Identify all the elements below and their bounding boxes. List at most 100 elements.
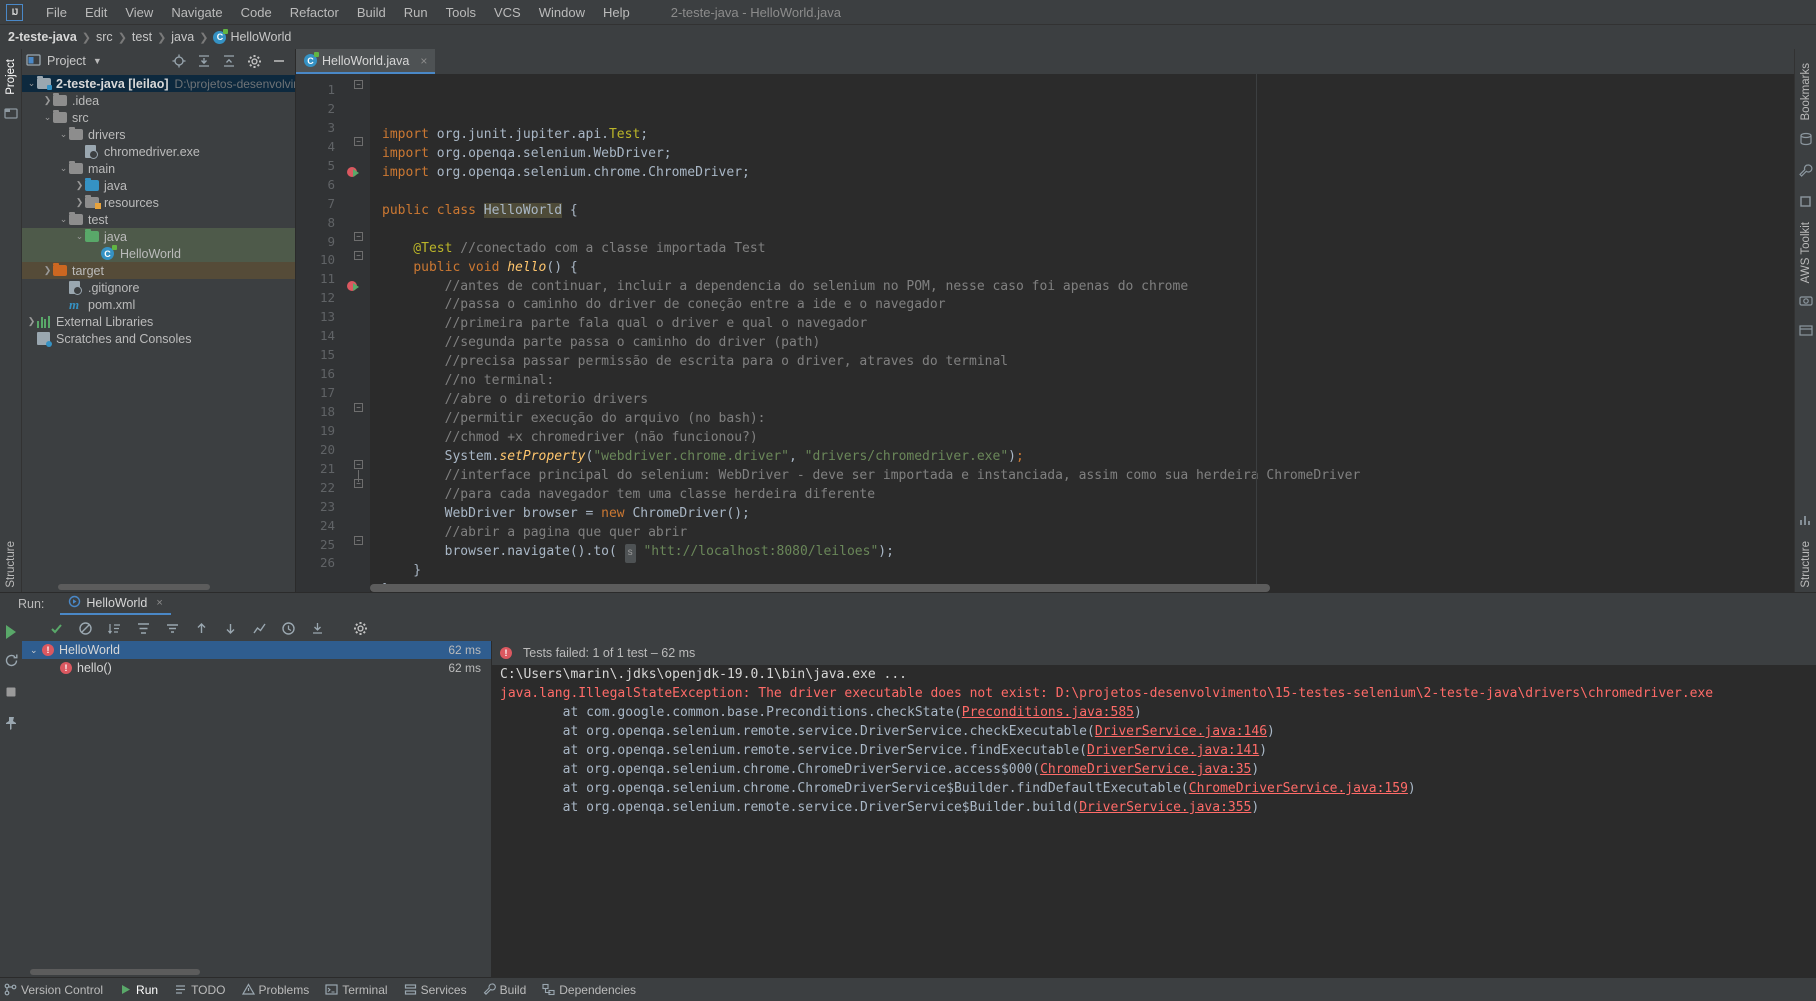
status-bar-dependencies[interactable]: Dependencies	[542, 983, 636, 997]
fold-icon[interactable]: −	[354, 536, 363, 545]
gutter-icons-column[interactable]: − − − − − − − −	[342, 74, 370, 592]
close-icon[interactable]: ×	[420, 54, 427, 68]
sort-alphabetically-icon[interactable]	[106, 620, 122, 636]
hide-passed-icon[interactable]	[77, 620, 93, 636]
menu-navigate[interactable]: Navigate	[162, 2, 231, 23]
statistics-chart-icon[interactable]	[251, 620, 267, 636]
code-editor[interactable]: 1 2 3 4 5 6 7 8 9 10 11 12 13 14 15 16 17 18 19 20 21 22 23 24 2…	[296, 74, 1794, 592]
menu-file[interactable]: File	[37, 2, 76, 23]
chevron-down-icon[interactable]: ⌄	[58, 129, 69, 140]
status-bar-version-control[interactable]: Version Control	[4, 983, 103, 997]
fold-icon[interactable]: −	[354, 403, 363, 412]
stacktrace-link[interactable]: ChromeDriverService.java:159	[1189, 781, 1408, 796]
breadcrumb-test[interactable]: test	[132, 30, 152, 44]
stacktrace-link[interactable]: DriverService.java:355	[1079, 800, 1251, 815]
chevron-down-icon[interactable]: ⌄	[58, 163, 69, 174]
project-tree[interactable]: ⌄ 2-teste-java [leilao] D:\projetos-desenv…	[22, 73, 295, 582]
chevron-right-icon[interactable]: ❯	[74, 197, 85, 208]
locate-icon[interactable]	[171, 53, 187, 69]
test-results-tree[interactable]: ⌄! HelloWorld 62 ms! hello() 62 ms	[22, 641, 492, 977]
camera-icon[interactable]	[1798, 294, 1813, 310]
tree-node-chromedriver-exe[interactable]: chromedriver.exe	[22, 143, 295, 160]
breadcrumb-src[interactable]: src	[96, 30, 113, 44]
test-row-helloworld[interactable]: ⌄! HelloWorld 62 ms	[22, 641, 491, 659]
chart-bar-icon[interactable]	[1799, 513, 1813, 530]
stacktrace-link[interactable]: Preconditions.java:585	[962, 705, 1134, 720]
chevron-down-icon[interactable]: ⌄	[30, 645, 42, 656]
chevron-down-icon[interactable]: ⌄	[58, 214, 69, 225]
layout-icon[interactable]	[1798, 324, 1813, 340]
status-bar-todo[interactable]: TODO	[174, 983, 226, 997]
run-icon[interactable]	[6, 625, 16, 639]
tree-node-idea[interactable]: ❯ .idea	[22, 92, 295, 109]
tree-node-drivers[interactable]: ⌄ drivers	[22, 126, 295, 143]
status-bar-terminal[interactable]: Terminal	[325, 983, 388, 997]
project-horizontal-scrollbar[interactable]	[22, 582, 295, 592]
collapse-tests-icon[interactable]	[164, 620, 180, 636]
tree-node-external-libraries[interactable]: ❯ External Libraries	[22, 313, 295, 330]
tree-node-java[interactable]: ⌄ java	[22, 228, 295, 245]
chevron-down-icon[interactable]: ▼	[93, 56, 102, 66]
stacktrace-link[interactable]: ChromeDriverService.java:35	[1040, 762, 1251, 777]
fold-icon[interactable]: −	[354, 232, 363, 241]
chevron-right-icon[interactable]: ❯	[42, 265, 53, 276]
breadcrumb-project[interactable]: 2-teste-java	[8, 30, 77, 44]
commit-icon[interactable]	[3, 106, 18, 123]
database-icon[interactable]	[1799, 132, 1813, 149]
chevron-right-icon[interactable]: ❯	[26, 316, 37, 327]
breadcrumb-class[interactable]: HelloWorld	[230, 30, 291, 44]
tree-node-src[interactable]: ⌄ src	[22, 109, 295, 126]
status-bar-services[interactable]: Services	[404, 983, 467, 997]
fold-icon[interactable]: −	[354, 80, 363, 89]
tool-window-button-structure-right[interactable]: Structure	[1800, 537, 1812, 592]
tree-node-scratches-and-consoles[interactable]: Scratches and Consoles	[22, 330, 295, 347]
fold-icon[interactable]: −	[354, 137, 363, 146]
next-failed-icon[interactable]	[222, 620, 238, 636]
stop-square-icon[interactable]	[1799, 195, 1812, 211]
stacktrace-link[interactable]: DriverService.java:141	[1087, 743, 1259, 758]
sort-by-duration-icon[interactable]	[135, 620, 151, 636]
chevron-down-icon[interactable]: ⌄	[26, 78, 37, 89]
menu-tools[interactable]: Tools	[437, 2, 485, 23]
test-tree-scrollbar[interactable]	[30, 969, 200, 975]
status-bar-problems[interactable]: Problems	[241, 983, 309, 997]
close-icon[interactable]: ×	[156, 597, 162, 609]
chevron-right-icon[interactable]: ❯	[74, 180, 85, 191]
test-history-icon[interactable]	[280, 620, 296, 636]
run-tab-helloworld[interactable]: HelloWorld ×	[60, 593, 171, 615]
tree-node-pom-xml[interactable]: m pom.xml	[22, 296, 295, 313]
tree-node-main[interactable]: ⌄ main	[22, 160, 295, 177]
console-output[interactable]: ! Tests failed: 1 of 1 test – 62 ms C:\U…	[492, 641, 1816, 977]
collapse-all-icon[interactable]	[221, 53, 237, 69]
rerun-tests-icon[interactable]	[48, 620, 64, 636]
tool-window-button-structure[interactable]: Structure	[5, 537, 17, 592]
code-content[interactable]: import org.junit.jupiter.api.Test; import…	[370, 74, 1794, 592]
export-results-icon[interactable]	[309, 620, 325, 636]
breadcrumb-java[interactable]: java	[171, 30, 194, 44]
tree-node-target[interactable]: ❯ target	[22, 262, 295, 279]
tree-node-test[interactable]: ⌄ test	[22, 211, 295, 228]
editor-tab-helloworld[interactable]: C HelloWorld.java ×	[296, 49, 436, 74]
run-method-gutter-icon[interactable]	[347, 280, 361, 294]
tool-window-button-bookmarks[interactable]: Bookmarks	[1800, 59, 1812, 125]
wrench-icon[interactable]	[1798, 163, 1813, 181]
menu-vcs[interactable]: VCS	[485, 2, 530, 23]
fold-icon[interactable]: −	[354, 251, 363, 260]
menu-run[interactable]: Run	[395, 2, 437, 23]
stop-icon[interactable]	[4, 685, 18, 702]
run-class-gutter-icon[interactable]	[347, 166, 361, 180]
fold-icon[interactable]: −	[354, 460, 363, 469]
menu-view[interactable]: View	[116, 2, 162, 23]
menu-edit[interactable]: Edit	[76, 2, 116, 23]
stacktrace-link[interactable]: DriverService.java:146	[1095, 724, 1267, 739]
tool-window-button-aws-toolkit[interactable]: AWS Toolkit	[1800, 218, 1812, 287]
tree-node-gitignore[interactable]: .gitignore	[22, 279, 295, 296]
previous-failed-icon[interactable]	[193, 620, 209, 636]
tree-node-helloworld[interactable]: C HelloWorld	[22, 245, 295, 262]
chevron-right-icon[interactable]: ❯	[42, 95, 53, 106]
test-settings-gear-icon[interactable]	[352, 620, 368, 636]
status-bar-run[interactable]: Run	[119, 983, 158, 997]
menu-build[interactable]: Build	[348, 2, 395, 23]
menu-help[interactable]: Help	[594, 2, 639, 23]
editor-horizontal-scrollbar[interactable]	[370, 584, 1270, 592]
